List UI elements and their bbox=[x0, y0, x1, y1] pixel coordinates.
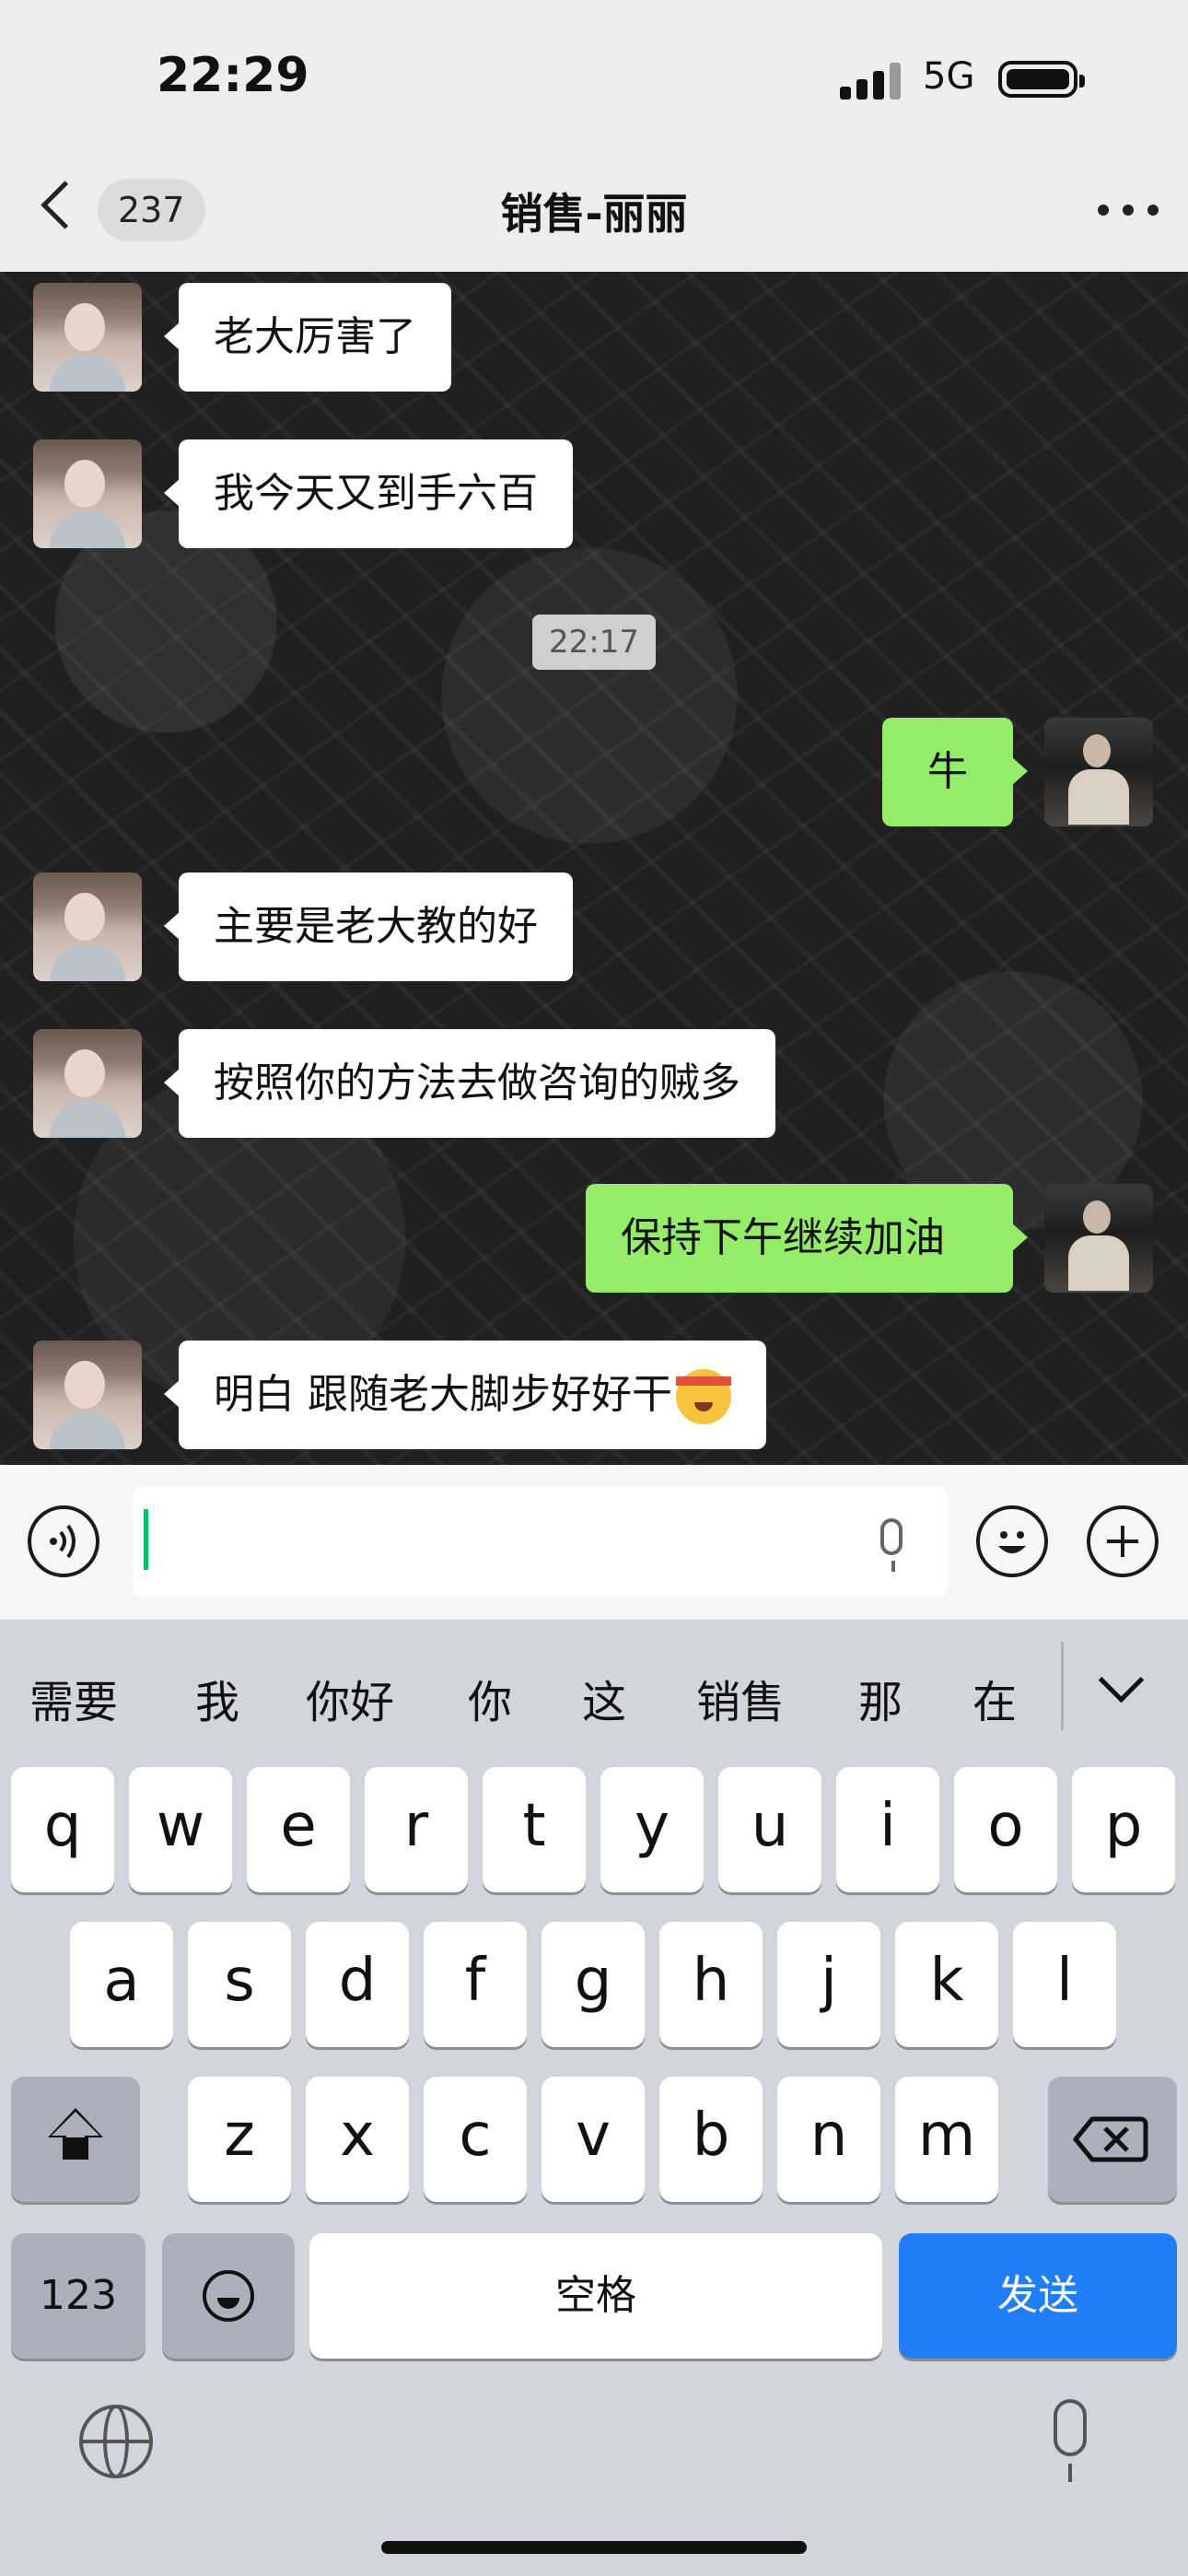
smiley-icon bbox=[998, 1531, 1026, 1553]
emoji-key[interactable] bbox=[162, 2233, 295, 2359]
globe-icon[interactable] bbox=[79, 2405, 153, 2478]
incoming-message-with-emoji[interactable]: 明白 跟随老大脚步好好干 bbox=[164, 1341, 766, 1449]
suggestion[interactable]: 需要 bbox=[29, 1666, 118, 1730]
key-d[interactable]: d bbox=[306, 1922, 409, 2047]
key-j[interactable]: j bbox=[777, 1922, 880, 2047]
incoming-message[interactable]: 主要是老大教的好 bbox=[164, 872, 573, 981]
key-a[interactable]: a bbox=[70, 1922, 173, 2047]
key-h[interactable]: h bbox=[659, 1922, 763, 2047]
message-text: 明白 跟随老大脚步好好干 bbox=[214, 1371, 672, 1418]
emoji-button[interactable] bbox=[976, 1505, 1048, 1577]
message-timestamp: 22:17 bbox=[532, 615, 656, 670]
incoming-message[interactable]: 按照你的方法去做咨询的贼多 bbox=[164, 1029, 775, 1138]
key-n[interactable]: n bbox=[777, 2077, 880, 2202]
shift-key[interactable] bbox=[11, 2077, 140, 2202]
salute-face-emoji bbox=[676, 1369, 731, 1424]
key-e[interactable]: e bbox=[247, 1767, 350, 1892]
key-w[interactable]: w bbox=[129, 1767, 232, 1892]
numbers-key[interactable]: 123 bbox=[11, 2233, 146, 2359]
chat-title: 销售-丽丽 bbox=[500, 189, 688, 239]
suggestion[interactable]: 我 bbox=[195, 1666, 239, 1730]
more-options-icon[interactable] bbox=[1098, 205, 1159, 216]
key-x[interactable]: x bbox=[306, 2077, 409, 2202]
key-c[interactable]: c bbox=[424, 2077, 527, 2202]
plus-icon bbox=[1107, 1526, 1138, 1557]
text-cursor bbox=[144, 1509, 148, 1570]
suggestion[interactable]: 在 bbox=[973, 1666, 1017, 1730]
my-avatar[interactable] bbox=[1044, 718, 1153, 826]
home-indicator[interactable] bbox=[381, 2541, 807, 2554]
signal-icon bbox=[840, 63, 903, 100]
incoming-message[interactable]: 我今天又到手六百 bbox=[164, 439, 573, 548]
suggestion[interactable]: 你 bbox=[468, 1666, 512, 1730]
key-f[interactable]: f bbox=[424, 1922, 527, 2047]
key-y[interactable]: y bbox=[600, 1767, 704, 1892]
microphone-icon[interactable] bbox=[880, 1518, 903, 1572]
delete-key[interactable] bbox=[1048, 2077, 1177, 2202]
key-s[interactable]: s bbox=[188, 1922, 291, 2047]
backspace-icon bbox=[1073, 2116, 1148, 2162]
voice-mode-button[interactable] bbox=[28, 1505, 99, 1577]
incoming-message[interactable]: 老大厉害了 bbox=[164, 283, 451, 392]
key-r[interactable]: r bbox=[365, 1767, 468, 1892]
key-l[interactable]: l bbox=[1013, 1922, 1116, 2047]
my-avatar[interactable] bbox=[1044, 1184, 1153, 1293]
status-time: 22:29 bbox=[157, 48, 309, 103]
outgoing-message[interactable]: 保持下午继续加油 bbox=[586, 1184, 1028, 1293]
key-k[interactable]: k bbox=[895, 1922, 998, 2047]
input-bar bbox=[0, 1465, 1188, 1620]
suggestion[interactable]: 这 bbox=[582, 1666, 626, 1730]
dictation-microphone-icon[interactable] bbox=[1054, 2399, 1087, 2482]
suggestion-divider bbox=[1061, 1642, 1064, 1730]
shift-arrow-icon bbox=[48, 2108, 103, 2160]
chevron-down-icon[interactable] bbox=[1098, 1657, 1145, 1704]
suggestion[interactable]: 那 bbox=[858, 1666, 903, 1730]
top-bar: 22:29 5G 237 销售-丽丽 bbox=[0, 0, 1188, 272]
suggestion[interactable]: 你好 bbox=[306, 1666, 394, 1730]
space-key[interactable]: 空格 bbox=[309, 2233, 882, 2359]
key-p[interactable]: p bbox=[1072, 1767, 1175, 1892]
contact-avatar[interactable] bbox=[33, 283, 142, 392]
network-type: 5G bbox=[923, 55, 975, 98]
key-u[interactable]: u bbox=[718, 1767, 821, 1892]
contact-avatar[interactable] bbox=[33, 1341, 142, 1449]
key-b[interactable]: b bbox=[659, 2077, 763, 2202]
key-g[interactable]: g bbox=[542, 1922, 645, 2047]
key-q[interactable]: q bbox=[11, 1767, 114, 1892]
key-t[interactable]: t bbox=[483, 1767, 586, 1892]
more-functions-button[interactable] bbox=[1087, 1505, 1159, 1577]
battery-icon bbox=[998, 61, 1085, 98]
send-key[interactable]: 发送 bbox=[899, 2233, 1177, 2359]
key-m[interactable]: m bbox=[895, 2077, 998, 2202]
contact-avatar[interactable] bbox=[33, 1029, 142, 1138]
key-i[interactable]: i bbox=[836, 1767, 939, 1892]
chat-history[interactable]: 老大厉害了 我今天又到手六百 22:17 牛 主要是老大教的好 按照你的方法去做… bbox=[0, 272, 1188, 1465]
message-input[interactable] bbox=[133, 1487, 949, 1598]
outgoing-message[interactable]: 牛 bbox=[882, 718, 1028, 826]
key-o[interactable]: o bbox=[954, 1767, 1057, 1892]
voice-waves-icon bbox=[50, 1524, 76, 1559]
contact-avatar[interactable] bbox=[33, 439, 142, 548]
suggestion[interactable]: 销售 bbox=[696, 1666, 785, 1730]
contact-avatar[interactable] bbox=[33, 872, 142, 981]
key-v[interactable]: v bbox=[542, 2077, 645, 2202]
emoji-smiley-icon bbox=[203, 2270, 254, 2322]
key-z[interactable]: z bbox=[188, 2077, 291, 2202]
